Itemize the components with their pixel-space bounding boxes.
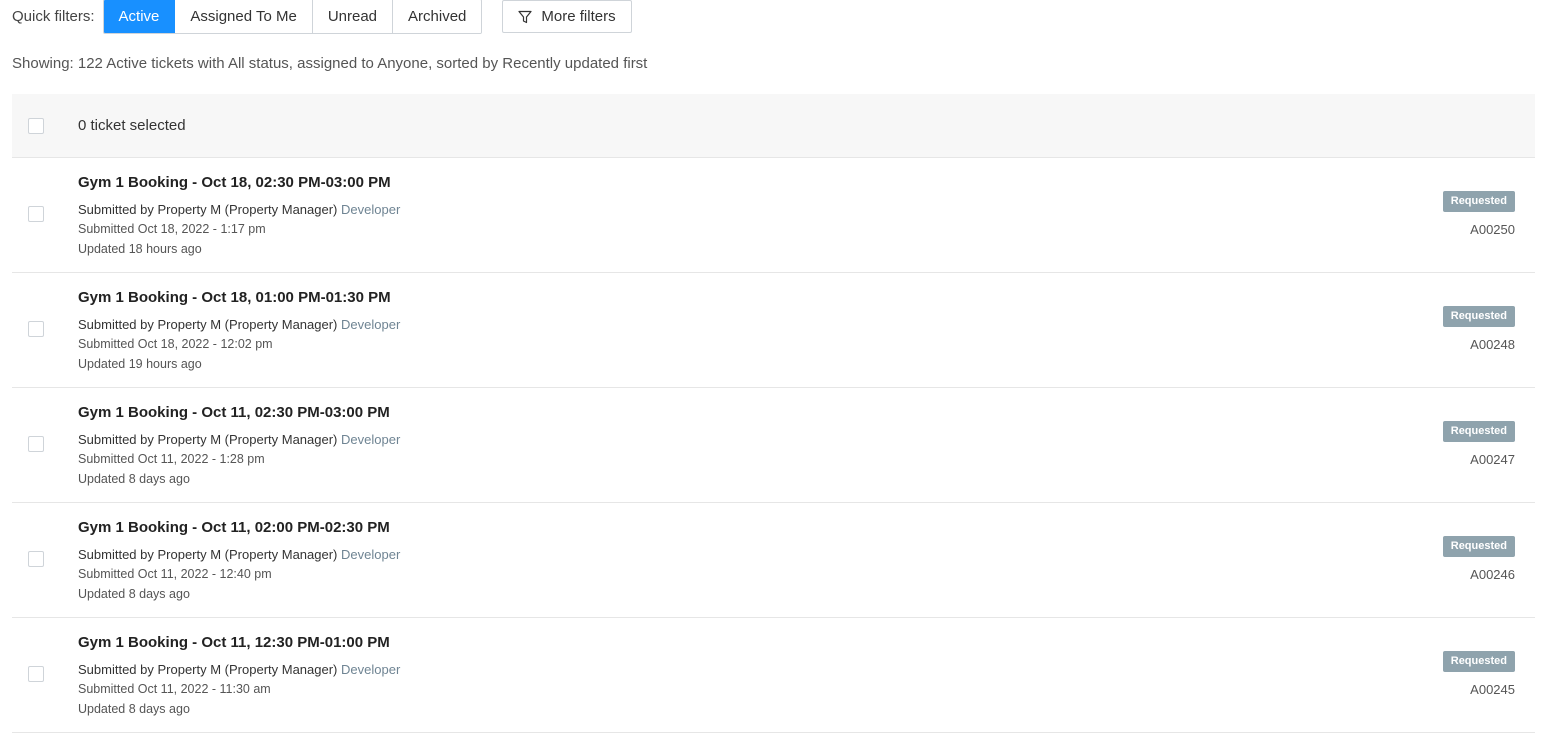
- ticket-title[interactable]: Gym 1 Booking - Oct 18, 01:00 PM-01:30 P…: [78, 289, 400, 311]
- quick-filters-bar: Quick filters: Active Assigned To Me Unr…: [12, 0, 632, 34]
- ticket-submitter: Submitted by Property M (Property Manage…: [78, 546, 400, 563]
- ticket-body: Gym 1 Booking - Oct 11, 02:00 PM-02:30 P…: [78, 519, 400, 604]
- ticket-row[interactable]: Gym 1 Booking - Oct 11, 02:00 PM-02:30 P…: [12, 503, 1535, 618]
- ticket-submitted-date: Submitted Oct 18, 2022 - 1:17 pm: [78, 222, 266, 236]
- results-summary: Showing: 122 Active tickets with All sta…: [12, 55, 648, 72]
- ticket-body: Gym 1 Booking - Oct 18, 01:00 PM-01:30 P…: [78, 289, 400, 374]
- submitter-text: Submitted by Property M (Property Manage…: [78, 662, 338, 677]
- ticket-updated-time: Updated 8 days ago: [78, 702, 190, 716]
- submitter-role: Developer: [341, 317, 401, 332]
- ticket-submitter: Submitted by Property M (Property Manage…: [78, 661, 400, 678]
- submitter-text: Submitted by Property M (Property Manage…: [78, 547, 338, 562]
- ticket-meta: Requested A00245: [1442, 651, 1515, 697]
- ticket-id: A00245: [1470, 682, 1515, 697]
- quick-filter-group: Active Assigned To Me Unread Archived: [102, 0, 483, 34]
- ticket-title[interactable]: Gym 1 Booking - Oct 11, 02:30 PM-03:00 P…: [78, 404, 400, 426]
- ticket-submitted-date: Submitted Oct 11, 2022 - 11:30 am: [78, 682, 271, 696]
- ticket-list-header: 0 ticket selected: [12, 94, 1535, 158]
- submitter-text: Submitted by Property M (Property Manage…: [78, 202, 338, 217]
- ticket-meta: Requested A00246: [1442, 536, 1515, 582]
- submitter-text: Submitted by Property M (Property Manage…: [78, 432, 338, 447]
- ticket-submitted-date: Submitted Oct 11, 2022 - 1:28 pm: [78, 452, 265, 466]
- ticket-updated-time: Updated 8 days ago: [78, 472, 190, 486]
- ticket-submitted-date: Submitted Oct 11, 2022 - 12:40 pm: [78, 567, 272, 581]
- ticket-meta: Requested A00248: [1442, 306, 1515, 352]
- ticket-body: Gym 1 Booking - Oct 11, 12:30 PM-01:00 P…: [78, 634, 400, 719]
- status-badge: Requested: [1442, 306, 1515, 327]
- ticket-updated-time: Updated 8 days ago: [78, 587, 190, 601]
- status-badge: Requested: [1442, 191, 1515, 212]
- ticket-updated-time: Updated 19 hours ago: [78, 357, 202, 371]
- ticket-id: A00246: [1470, 567, 1515, 582]
- ticket-submitter: Submitted by Property M (Property Manage…: [78, 316, 400, 333]
- ticket-id: A00247: [1470, 452, 1515, 467]
- ticket-body: Gym 1 Booking - Oct 11, 02:30 PM-03:00 P…: [78, 404, 400, 489]
- submitter-role: Developer: [341, 202, 401, 217]
- ticket-id: A00248: [1470, 337, 1515, 352]
- submitter-role: Developer: [341, 432, 401, 447]
- status-badge: Requested: [1442, 421, 1515, 442]
- ticket-checkbox[interactable]: [28, 321, 44, 337]
- filter-icon: [518, 10, 532, 23]
- quick-filters-label: Quick filters:: [12, 8, 95, 25]
- ticket-checkbox[interactable]: [28, 666, 44, 682]
- ticket-meta: Requested A00247: [1442, 421, 1515, 467]
- ticket-row[interactable]: Gym 1 Booking - Oct 11, 02:30 PM-03:00 P…: [12, 388, 1535, 503]
- selected-count: 0 ticket selected: [78, 117, 186, 134]
- ticket-checkbox[interactable]: [28, 436, 44, 452]
- tickets-page: Quick filters: Active Assigned To Me Unr…: [0, 0, 1543, 738]
- submitter-text: Submitted by Property M (Property Manage…: [78, 317, 338, 332]
- ticket-row[interactable]: Gym 1 Booking - Oct 11, 12:30 PM-01:00 P…: [12, 618, 1535, 733]
- select-all-checkbox[interactable]: [28, 117, 44, 134]
- ticket-meta: Requested A00250: [1442, 191, 1515, 237]
- submitter-role: Developer: [341, 662, 401, 677]
- ticket-checkbox[interactable]: [28, 551, 44, 567]
- ticket-row[interactable]: Gym 1 Booking - Oct 18, 02:30 PM-03:00 P…: [12, 158, 1535, 273]
- ticket-title[interactable]: Gym 1 Booking - Oct 11, 12:30 PM-01:00 P…: [78, 634, 400, 656]
- more-filters-label: More filters: [541, 8, 616, 25]
- filter-unread-button[interactable]: Unread: [312, 0, 394, 33]
- ticket-checkbox[interactable]: [28, 206, 44, 222]
- ticket-submitted-date: Submitted Oct 18, 2022 - 12:02 pm: [78, 337, 273, 351]
- filter-archived-button[interactable]: Archived: [393, 0, 482, 33]
- ticket-list: 0 ticket selected Gym 1 Booking - Oct 18…: [12, 94, 1535, 733]
- status-badge: Requested: [1442, 651, 1515, 672]
- status-badge: Requested: [1442, 536, 1515, 557]
- filter-assigned-to-me-button[interactable]: Assigned To Me: [175, 0, 313, 33]
- ticket-row[interactable]: Gym 1 Booking - Oct 18, 01:00 PM-01:30 P…: [12, 273, 1535, 388]
- ticket-submitter: Submitted by Property M (Property Manage…: [78, 431, 400, 448]
- ticket-body: Gym 1 Booking - Oct 18, 02:30 PM-03:00 P…: [78, 174, 400, 259]
- more-filters-button[interactable]: More filters: [502, 0, 632, 33]
- ticket-updated-time: Updated 18 hours ago: [78, 242, 202, 256]
- submitter-role: Developer: [341, 547, 401, 562]
- ticket-title[interactable]: Gym 1 Booking - Oct 11, 02:00 PM-02:30 P…: [78, 519, 400, 541]
- filter-active-button[interactable]: Active: [103, 0, 176, 33]
- ticket-title[interactable]: Gym 1 Booking - Oct 18, 02:30 PM-03:00 P…: [78, 174, 400, 196]
- ticket-id: A00250: [1470, 222, 1515, 237]
- ticket-submitter: Submitted by Property M (Property Manage…: [78, 201, 400, 218]
